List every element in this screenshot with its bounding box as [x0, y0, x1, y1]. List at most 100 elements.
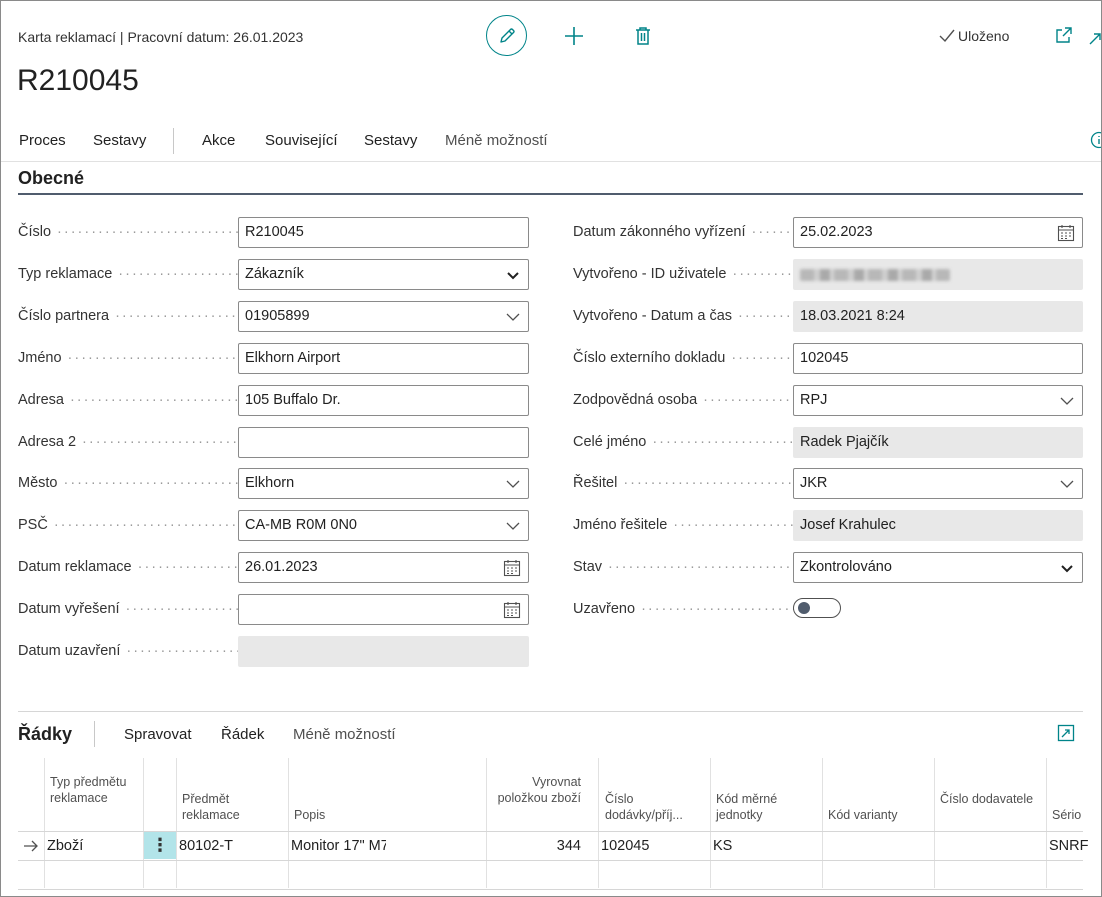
label-leader-dots: ········································… — [673, 517, 795, 534]
column-header[interactable]: Předmět reklamace — [182, 791, 282, 823]
page-caption: Karta reklamací | Pracovní datum: 26.01.… — [18, 29, 304, 45]
lines-action-divider — [94, 721, 95, 747]
arrow-right-icon — [24, 840, 38, 852]
left-field-9-input[interactable] — [238, 594, 529, 626]
popout-button[interactable] — [1054, 25, 1074, 45]
section-title-general: Obecné — [18, 168, 85, 188]
popout-icon — [1056, 27, 1072, 43]
left-field-6-input[interactable]: Elkhorn — [238, 468, 529, 500]
right-field-3-input[interactable]: 102045 — [793, 342, 1083, 374]
lines-action-fewer-options[interactable]: Méně možností — [293, 726, 396, 743]
table-cell[interactable]: Monitor 17" M780 — [291, 838, 386, 854]
action-proces[interactable]: Proces — [19, 132, 66, 149]
column-header[interactable]: Vyrovnat položkou zboží — [491, 774, 581, 806]
left-field-7-input[interactable]: CA-MB R0M 0N0 — [238, 510, 529, 542]
column-header[interactable]: Sério — [1052, 807, 1101, 823]
right-field-9-label-text: Uzavřeno — [573, 601, 636, 618]
right-field-2-label: Vytvořeno - Datum a čas ·················… — [573, 306, 795, 326]
edit-button[interactable] — [486, 15, 527, 56]
left-field-6-value: Elkhorn — [245, 475, 295, 492]
table-cell[interactable]: KS — [713, 838, 808, 854]
column-divider — [288, 758, 289, 888]
expand-icon — [1057, 724, 1075, 742]
right-field-1-input — [793, 258, 1083, 290]
left-field-7-label-text: PSČ — [18, 517, 48, 534]
chevron-down-icon — [506, 522, 520, 531]
info-button[interactable] — [1090, 131, 1101, 149]
column-header[interactable]: Kód měrné jednotky — [716, 791, 816, 823]
chevron-down-icon — [506, 480, 520, 489]
left-field-8-label: Datum reklamace ·························… — [18, 557, 240, 577]
left-field-2-value: 01905899 — [245, 307, 310, 324]
left-field-3-input[interactable]: Elkhorn Airport — [238, 342, 529, 374]
column-header[interactable]: Číslo dodavatele — [940, 791, 1040, 807]
column-header[interactable]: Číslo dodávky/příj... — [605, 791, 705, 823]
action-divider — [173, 128, 174, 154]
table-cell[interactable]: 344 — [491, 838, 581, 854]
header-divider — [18, 831, 1083, 832]
calendar-icon — [1057, 225, 1075, 242]
delete-button[interactable] — [630, 23, 656, 49]
section-divider — [18, 193, 1083, 195]
left-field-10-input — [238, 636, 529, 667]
chevron-down-icon — [507, 272, 519, 280]
table-cell[interactable]: SNRF — [1049, 838, 1089, 854]
label-leader-dots: ········································… — [738, 307, 795, 324]
left-field-6-label-text: Město — [18, 475, 58, 492]
label-leader-dots: ········································… — [63, 475, 241, 492]
lines-expand-button[interactable] — [1057, 724, 1075, 742]
table-cell[interactable]: 102045 — [601, 838, 696, 854]
left-field-1-label: Typ reklamace ···························… — [18, 264, 240, 284]
current-row-indicator — [23, 839, 39, 853]
right-field-6-label-text: Řešitel — [573, 475, 618, 492]
right-field-0-input[interactable]: 25.02.2023 — [793, 217, 1083, 248]
closed-toggle[interactable] — [793, 598, 841, 618]
right-field-7-label-text: Jméno řešitele — [573, 517, 668, 534]
column-divider — [486, 758, 487, 888]
action-akce[interactable]: Akce — [202, 132, 235, 149]
left-field-0-value: R210045 — [245, 224, 304, 240]
action-souvisejici[interactable]: Související — [265, 132, 338, 149]
left-field-4-input[interactable]: 105 Buffalo Dr. — [238, 384, 529, 416]
expand-button[interactable] — [1087, 31, 1101, 47]
lines-action-radek[interactable]: Řádek — [221, 726, 264, 743]
column-header[interactable]: Typ předmětu reklamace — [50, 774, 140, 806]
card-page: Karta reklamací | Pracovní datum: 26.01.… — [0, 0, 1102, 897]
left-field-1-label-text: Typ reklamace — [18, 265, 113, 282]
action-sestavy-primary[interactable]: Sestavy — [93, 132, 146, 149]
left-field-3-label: Jméno ···································… — [18, 348, 240, 368]
left-field-1-input[interactable]: Zákazník — [238, 258, 529, 290]
chevron-down-icon — [1061, 565, 1073, 573]
save-status-label: Uloženo — [958, 28, 1010, 44]
left-field-0-label-text: Číslo — [18, 224, 52, 240]
lines-action-spravovat[interactable]: Spravovat — [124, 726, 192, 743]
right-field-8-input[interactable]: Zkontrolováno — [793, 552, 1083, 584]
chevron-down-icon — [1060, 397, 1074, 405]
lines-divider — [18, 711, 1083, 712]
page-title: R210045 — [17, 64, 139, 97]
right-field-7-input: Josef Krahulec — [793, 510, 1083, 542]
table-cell[interactable]: 80102-T — [179, 838, 274, 854]
column-header[interactable]: Popis — [294, 807, 474, 823]
row-divider — [18, 860, 1083, 861]
column-header[interactable]: Kód varianty — [828, 807, 928, 823]
left-field-0-input[interactable]: R210045 — [238, 217, 529, 248]
new-button[interactable] — [561, 23, 587, 49]
row-more-button[interactable]: ⋮ — [144, 832, 176, 859]
left-field-5-input[interactable] — [238, 426, 529, 458]
left-field-8-input[interactable]: 26.01.2023 — [238, 552, 529, 584]
right-field-4-input[interactable]: RPJ — [793, 384, 1083, 416]
right-field-6-value: JKR — [800, 475, 828, 492]
action-fewer-options[interactable]: Méně možností — [445, 132, 548, 149]
action-bar: Proces Sestavy Akce Související Sestavy … — [1, 120, 1101, 162]
right-field-4-value: RPJ — [800, 391, 828, 408]
table-cell[interactable]: Zboží — [47, 838, 142, 854]
right-field-1-label: Vytvořeno - ID uživatele ················… — [573, 264, 795, 284]
right-field-6-input[interactable]: JKR — [793, 468, 1083, 500]
left-field-2-input[interactable]: 01905899 — [238, 300, 529, 332]
action-sestavy[interactable]: Sestavy — [364, 132, 417, 149]
right-field-3-value: 102045 — [800, 349, 849, 366]
right-field-0-value: 25.02.2023 — [800, 224, 873, 240]
label-leader-dots: ········································… — [53, 517, 240, 534]
left-field-2-label-text: Číslo partnera — [18, 307, 110, 324]
